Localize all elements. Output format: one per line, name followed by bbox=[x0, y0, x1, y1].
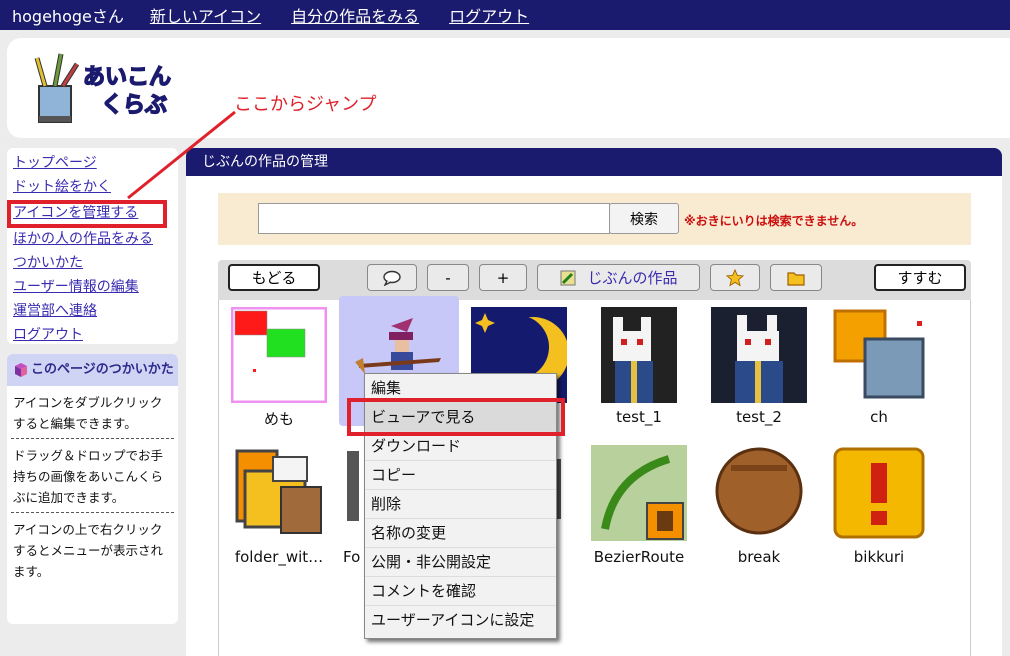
icon-label: folder_wit… bbox=[234, 548, 324, 566]
sidebar-nav: トップページ ドット絵をかく アイコンを管理する ほかの人の作品をみる つかいか… bbox=[7, 148, 178, 344]
ball-thumbnail bbox=[715, 447, 803, 535]
icon-label: test_2 bbox=[736, 408, 782, 426]
pencil-box-icon bbox=[560, 270, 576, 285]
favorites-button[interactable] bbox=[710, 264, 760, 291]
icon-label: bikkuri bbox=[853, 548, 905, 566]
exclamation-block-thumbnail bbox=[833, 447, 925, 539]
username: hogehogeさん bbox=[12, 7, 124, 26]
folder-select-button[interactable]: じぶんの作品 bbox=[537, 264, 700, 291]
icon-label: test_1 bbox=[616, 408, 662, 426]
sidebar-item-manage-icons[interactable]: アイコンを管理する bbox=[7, 200, 167, 228]
sidebar-item-logout[interactable]: ログアウト bbox=[7, 324, 178, 348]
menu-item-comments[interactable]: コメントを確認 bbox=[365, 577, 556, 606]
icon-tile-ch[interactable]: ch bbox=[819, 300, 939, 430]
icon-toolbar: もどる - + じぶんの作品 すすむ bbox=[218, 260, 971, 300]
sidebar-item-contact[interactable]: 運営部へ連絡 bbox=[7, 300, 178, 324]
icon-label: ch bbox=[870, 408, 888, 426]
top-nav: hogehogeさん 新しいアイコン 自分の作品をみる ログアウト bbox=[0, 0, 1010, 30]
icon-grid: めも test_1 test_2 ch folder_wit… Fo Bezie… bbox=[218, 296, 971, 656]
folder-thumbnail bbox=[347, 451, 359, 521]
menu-highlight-box bbox=[347, 398, 565, 436]
icon-tile-test-1[interactable]: test_1 bbox=[579, 300, 699, 430]
search-note: ※おきにいりは検索できません。 bbox=[684, 214, 864, 228]
icon-tile-folder-with[interactable]: folder_wit… bbox=[219, 440, 339, 570]
book-icon bbox=[15, 363, 27, 377]
sidebar-item-others-works[interactable]: ほかの人の作品をみる bbox=[7, 228, 178, 252]
search-bar: 検索 ※おきにいりは検索できません。 bbox=[218, 193, 971, 245]
fox-thumbnail bbox=[601, 307, 677, 403]
nav-logout-link[interactable]: ログアウト bbox=[449, 3, 529, 27]
search-button[interactable]: 検索 bbox=[609, 203, 679, 234]
annotation-text: ここからジャンプ bbox=[234, 94, 377, 115]
help-box-title: このページのつかいかた bbox=[31, 362, 174, 377]
folder-label: じぶんの作品 bbox=[587, 269, 678, 287]
folder-icon bbox=[787, 271, 805, 286]
fox-thumbnail bbox=[711, 307, 807, 403]
icon-tile-test-2[interactable]: test_2 bbox=[699, 300, 819, 430]
icon-label: めも bbox=[263, 410, 294, 428]
bezier-thumbnail bbox=[591, 445, 687, 541]
help-box-header: このページのつかいかた bbox=[7, 354, 178, 386]
menu-item-visibility[interactable]: 公開・非公開設定 bbox=[365, 548, 556, 577]
menu-item-delete[interactable]: 削除 bbox=[365, 490, 556, 519]
help-text-1: アイコンをダブルクリックすると編集できます。 bbox=[13, 395, 163, 431]
menu-item-set-user-icon[interactable]: ユーザーアイコンに設定 bbox=[365, 606, 556, 635]
menu-item-rename[interactable]: 名称の変更 bbox=[365, 519, 556, 548]
sidebar-item-top[interactable]: トップページ bbox=[7, 152, 178, 176]
nav-new-icon-link[interactable]: 新しいアイコン bbox=[150, 3, 261, 27]
site-header: あいこん くらぶ bbox=[7, 38, 1010, 138]
memo-thumbnail bbox=[231, 307, 327, 403]
folder-button[interactable] bbox=[770, 264, 822, 291]
icon-label: break bbox=[737, 548, 781, 566]
logo-text-line1: あいこん bbox=[83, 65, 171, 90]
zoom-in-button[interactable]: + bbox=[479, 264, 527, 291]
site-logo[interactable]: あいこん くらぶ bbox=[31, 46, 191, 136]
folder-thumbnail bbox=[235, 449, 322, 534]
sidebar-item-howto[interactable]: つかいかた bbox=[7, 252, 178, 276]
help-box: このページのつかいかた アイコンをダブルクリックすると編集できます。 ドラッグ＆… bbox=[7, 354, 178, 624]
star-icon bbox=[726, 268, 744, 287]
icon-tile-bikkuri[interactable]: bikkuri bbox=[819, 440, 939, 570]
nav-my-works-link[interactable]: 自分の作品をみる bbox=[291, 3, 419, 27]
squares-thumbnail bbox=[833, 309, 925, 399]
sidebar-item-draw[interactable]: ドット絵をかく bbox=[7, 176, 178, 200]
panel-title: じぶんの作品の管理 bbox=[186, 148, 1002, 176]
help-text-3: アイコンの上で右クリックするとメニューが表示されます。 bbox=[13, 522, 164, 579]
icon-tile-memo[interactable]: めも bbox=[219, 300, 339, 430]
main-panel: じぶんの作品の管理 検索 ※おきにいりは検索できません。 もどる - + じぶん… bbox=[186, 148, 1002, 656]
icon-tile-break[interactable]: break bbox=[699, 440, 819, 570]
zoom-out-button[interactable]: - bbox=[427, 264, 469, 291]
search-input[interactable] bbox=[258, 203, 610, 234]
help-text-2: ドラッグ＆ドロップでお手持ちの画像をあいこんくらぶに追加できます。 bbox=[13, 448, 164, 505]
next-button[interactable]: すすむ bbox=[874, 264, 966, 291]
speech-bubble-icon bbox=[383, 270, 401, 286]
logo-text-line2: くらぶ bbox=[101, 93, 167, 118]
menu-item-copy[interactable]: コピー bbox=[365, 461, 556, 490]
back-button[interactable]: もどる bbox=[228, 264, 320, 291]
sidebar-item-user-info[interactable]: ユーザー情報の編集 bbox=[7, 276, 178, 300]
comment-button[interactable] bbox=[367, 264, 417, 291]
icon-label: BezierRoute bbox=[593, 548, 685, 566]
menu-item-download[interactable]: ダウンロード bbox=[365, 432, 556, 461]
icon-tile-bezier-route[interactable]: BezierRoute bbox=[579, 440, 699, 570]
